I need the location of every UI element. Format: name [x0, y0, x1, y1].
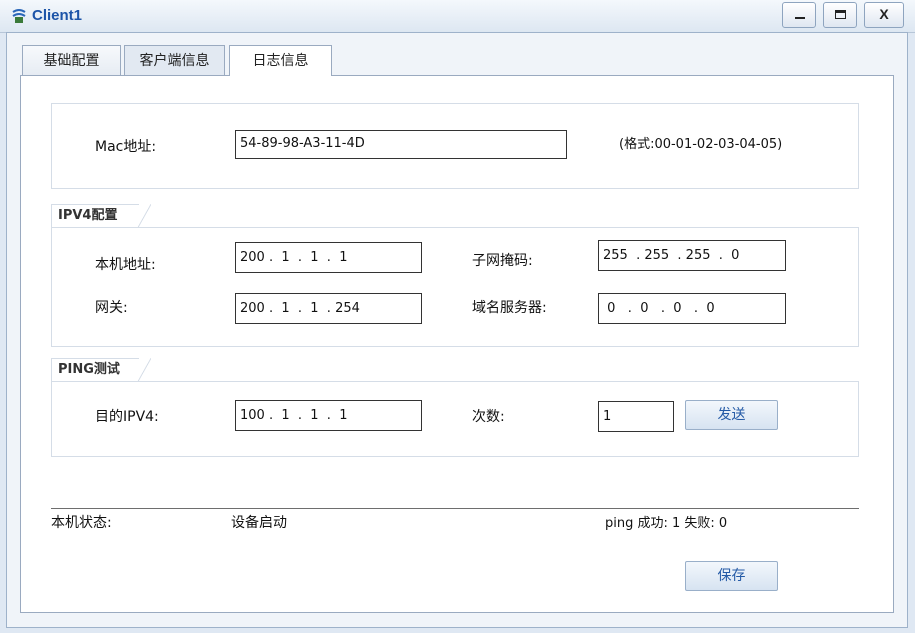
tab-basic-config[interactable]: 基础配置 — [22, 45, 121, 75]
subnet-mask-input[interactable]: 255 . 255 . 255 . 0 — [598, 240, 786, 271]
tab-client-info[interactable]: 客户端信息 — [124, 45, 225, 75]
host-address-label: 本机地址: — [95, 257, 156, 273]
status-label: 本机状态: — [51, 515, 112, 531]
minimize-icon — [795, 17, 805, 19]
status-divider — [51, 508, 859, 509]
ipv4-section-title: IPV4配置 — [51, 204, 151, 229]
minimize-button[interactable] — [782, 2, 816, 28]
ping-result: ping 成功: 1 失败: 0 — [605, 516, 728, 531]
ping-target-label: 目的IPV4: — [95, 409, 159, 425]
mac-label: Mac地址: — [95, 139, 157, 155]
window-title: Client1 — [32, 7, 83, 24]
status-value: 设备启动 — [231, 515, 287, 531]
subnet-mask-label: 子网掩码: — [472, 253, 533, 269]
dns-server-input[interactable]: 0 . 0 . 0 . 0 — [598, 293, 786, 324]
close-button[interactable]: X — [864, 2, 904, 28]
dns-server-label: 域名服务器: — [472, 300, 547, 316]
maximize-icon — [835, 10, 846, 19]
maximize-button[interactable] — [823, 2, 857, 28]
window-titlebar: Client1 — [0, 0, 915, 33]
save-button[interactable]: 保存 — [685, 561, 778, 591]
host-address-input[interactable]: 200 . 1 . 1 . 1 — [235, 242, 422, 273]
mac-format-hint: (格式:00-01-02-03-04-05) — [619, 137, 783, 152]
ping-section-title: PING测试 — [51, 358, 151, 383]
tab-log-info[interactable]: 日志信息 — [229, 45, 332, 76]
mac-input[interactable]: 54-89-98-A3-11-4D — [235, 130, 567, 159]
send-button[interactable]: 发送 — [685, 400, 778, 430]
ping-target-input[interactable]: 100 . 1 . 1 . 1 — [235, 400, 422, 431]
ping-count-input[interactable]: 1 — [598, 401, 674, 432]
gateway-input[interactable]: 200 . 1 . 1 . 254 — [235, 293, 422, 324]
ping-count-label: 次数: — [472, 409, 505, 425]
close-icon: X — [879, 6, 889, 22]
client-app-icon — [10, 7, 28, 25]
gateway-label: 网关: — [95, 300, 128, 316]
